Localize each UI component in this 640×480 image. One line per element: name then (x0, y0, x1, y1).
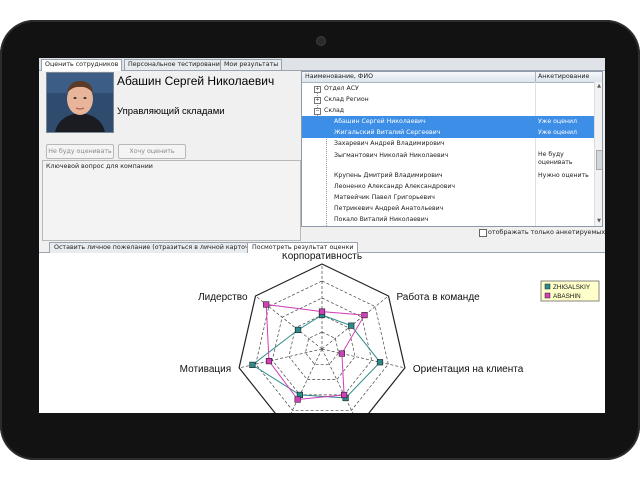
radar-series-line (251, 314, 381, 399)
radar-axis-label: Лидерство (198, 292, 248, 303)
radar-axis-label: Корпоративность (282, 253, 362, 262)
radar-chart: Корпоративность Работа в команде Ориентаци… (180, 251, 600, 413)
row-name: Отдел АСУ (324, 85, 359, 92)
radar-data-point (249, 361, 256, 368)
radar-chart-area: Корпоративность Работа в команде Ориентаци… (39, 251, 605, 413)
collapse-icon[interactable]: − (314, 108, 321, 115)
radar-data-point (294, 396, 301, 403)
legend-swatch (544, 283, 551, 290)
tree-row[interactable]: − Склад (302, 105, 594, 116)
legend-label: ABASHIN (553, 293, 581, 300)
employee-position: Управляющий складами (117, 106, 225, 117)
row-name: Леоненко Александр Александрович (334, 183, 456, 190)
row-name: Матвейчик Павел Григорьевич (334, 194, 435, 201)
radar-data-point (338, 350, 345, 357)
scroll-up-icon[interactable]: ▲ (596, 83, 602, 89)
radar-axis-label: Мотивация (180, 364, 231, 375)
tab-view-results[interactable]: Посмотреть результат оценки (247, 242, 359, 253)
employee-panel: Абашин Сергей Николаевич Управляющий скл… (42, 72, 301, 241)
col-ank-header[interactable]: Анкетирование (538, 73, 589, 80)
key-question-box[interactable]: Ключевой вопрос для компании (42, 160, 301, 241)
scroll-thumb[interactable] (596, 150, 602, 170)
radar-data-point (318, 308, 326, 315)
header-divider (535, 72, 536, 82)
row-ank: Не буду оценивать (538, 151, 573, 166)
tree-row[interactable]: Матвейчик Павел Григорьевич (302, 192, 594, 203)
expand-icon[interactable]: + (314, 86, 321, 93)
want-rate-button[interactable]: Хочу оценить (118, 144, 186, 159)
radar-spoke (290, 348, 323, 413)
radar-data-point (294, 326, 302, 334)
camera-icon (316, 36, 326, 46)
expand-icon[interactable]: + (314, 97, 321, 104)
tree-row[interactable]: + Склад Регион (302, 94, 594, 105)
radar-data-point (348, 322, 355, 329)
legend-label: ZHIGALSKIY (553, 284, 591, 291)
scroll-down-icon[interactable]: ▼ (596, 218, 602, 224)
tab-personal-testing[interactable]: Персональное тестирование (124, 59, 228, 70)
radar-data-point (361, 311, 368, 319)
employee-photo (46, 72, 114, 133)
radar-axis-label: Ориентация на клиента (413, 364, 524, 375)
only-ank-checkbox[interactable] (479, 229, 487, 237)
only-ank-label: отображать только анкетируемых (488, 228, 605, 236)
tree-row[interactable]: Леоненко Александр Александрович (302, 181, 594, 192)
key-question-label: Ключевой вопрос для компании (46, 163, 153, 170)
row-ank: Нужно оценить (538, 172, 589, 179)
tree-row[interactable]: Захаревич Андрей Владимирович (302, 138, 594, 149)
employee-name: Абашин Сергей Николаевич (117, 74, 275, 88)
legend-swatch (544, 292, 551, 299)
vertical-scrollbar[interactable]: ▲ ▼ (594, 82, 602, 226)
col-name-header[interactable]: Наименование, ФИО (305, 73, 373, 80)
row-name: Склад (324, 107, 345, 114)
grid-header: Наименование, ФИО Анкетирование (302, 72, 602, 83)
radar-axis-label: Работа в команде (396, 291, 480, 303)
row-name: Зыгмантович Николай Николаевич (334, 152, 449, 159)
tree-row[interactable]: + Отдел АСУ (302, 83, 594, 94)
tab-personal-wish[interactable]: Оставить личное пожелание (отразиться в … (49, 242, 255, 253)
row-name: Склад Регион (324, 96, 369, 103)
radar-data-point (341, 391, 348, 399)
radar-data-point (376, 359, 384, 366)
row-ank: Уже оценил (538, 129, 577, 136)
app-screen: Оценить сотрудников Персональное тестиро… (39, 58, 605, 413)
row-name: Захаревич Андрей Владимирович (334, 140, 445, 147)
tree-row[interactable]: Покало Виталий Николаевич (302, 214, 594, 225)
radar-data-point (263, 301, 270, 308)
tree-row-selected[interactable]: Жигальский Виталий Сергеевич Уже оценил (302, 127, 594, 138)
tab-my-results[interactable]: Мои результаты (220, 59, 283, 70)
tree-row-selected[interactable]: Абашин Сергей Николаевич Уже оценил (302, 116, 594, 127)
top-tabbar: Оценить сотрудников Персональное тестиро… (39, 58, 605, 71)
no-rate-button[interactable]: Не буду оценивать (46, 144, 114, 159)
row-name: Покало Виталий Николаевич (334, 216, 429, 223)
row-name: Петрикевич Андрей Анатольевич (334, 205, 444, 212)
bottom-tabbar: Оставить личное пожелание (отразиться в … (39, 240, 605, 253)
tab-rate-employees[interactable]: Оценить сотрудников (41, 59, 123, 71)
employee-tree-grid[interactable]: Наименование, ФИО Анкетирование + Отдел … (301, 71, 603, 227)
row-name: Крупень Дмитрий Владимирович (334, 172, 443, 179)
radar-data-point (265, 358, 273, 365)
tree-row[interactable]: Зыгмантович Николай Николаевич Не буду о… (302, 150, 594, 168)
row-name: Жигальский Виталий Сергеевич (334, 129, 441, 136)
row-name: Абашин Сергей Николаевич (334, 118, 426, 125)
tree-row[interactable]: Крупень Дмитрий Владимирович Нужно оцени… (302, 170, 594, 181)
tree-row[interactable]: Петрикевич Андрей Анатольевич (302, 203, 594, 214)
row-ank: Уже оценил (538, 118, 577, 125)
